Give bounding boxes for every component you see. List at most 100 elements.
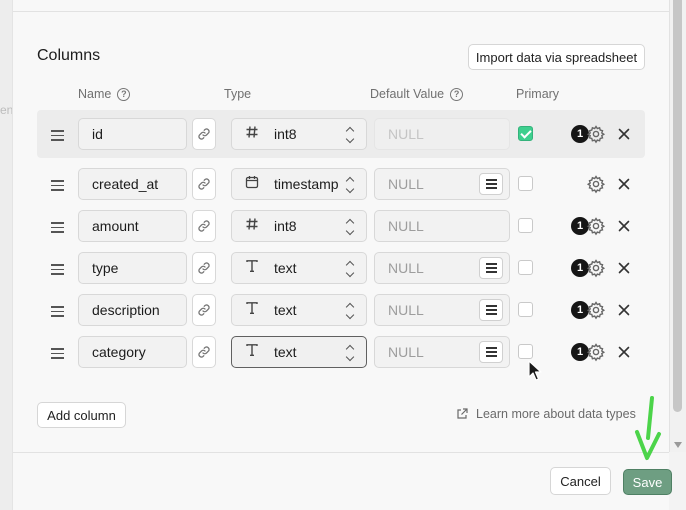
text-icon — [244, 259, 260, 277]
hash-icon — [244, 217, 260, 235]
drag-handle-icon[interactable] — [51, 180, 64, 194]
header-name-label: Name — [78, 87, 112, 101]
link-icon — [197, 345, 211, 359]
column-row-description: description text NULL 1 — [37, 294, 645, 326]
gear-icon[interactable] — [586, 342, 606, 362]
scroll-down-arrow[interactable] — [674, 442, 682, 448]
foreign-key-button[interactable] — [192, 118, 216, 150]
close-icon[interactable] — [617, 127, 631, 141]
link-icon — [197, 303, 211, 317]
chevron-up-down-icon — [343, 126, 357, 144]
header-name: Name ? — [78, 87, 131, 101]
scroll-thumb[interactable] — [673, 0, 682, 412]
gear-icon[interactable] — [586, 258, 606, 278]
column-row-amount: amount int8 NULL 1 — [37, 210, 645, 242]
foreign-key-button[interactable] — [192, 294, 216, 326]
chevron-up-down-icon — [343, 176, 357, 194]
chevron-up-down-icon — [343, 302, 357, 320]
foreign-key-button[interactable] — [192, 168, 216, 200]
learn-more-label: Learn more about data types — [476, 407, 636, 421]
gear-icon[interactable] — [586, 124, 606, 144]
primary-key-checkbox[interactable] — [518, 344, 533, 359]
close-icon[interactable] — [617, 219, 631, 233]
chevron-up-down-icon — [343, 344, 357, 362]
primary-key-checkbox[interactable] — [518, 126, 533, 141]
primary-key-checkbox[interactable] — [518, 176, 533, 191]
list-icon[interactable] — [479, 299, 503, 321]
cancel-button[interactable]: Cancel — [550, 467, 611, 495]
close-icon[interactable] — [617, 177, 631, 191]
text-icon — [244, 343, 260, 361]
column-type-select[interactable]: int8 — [231, 210, 367, 242]
column-name-input[interactable]: category — [78, 336, 187, 368]
default-value-text: NULL — [388, 126, 424, 142]
close-icon[interactable] — [617, 261, 631, 275]
chevron-up-down-icon — [343, 218, 357, 236]
column-name-input[interactable]: description — [78, 294, 187, 326]
close-icon[interactable] — [617, 303, 631, 317]
chevron-up-down-icon — [343, 260, 357, 278]
header-type-label: Type — [224, 87, 252, 101]
drag-handle-icon[interactable] — [51, 222, 64, 236]
default-value-input[interactable]: NULL — [374, 210, 510, 242]
default-value-input[interactable]: NULL — [374, 294, 510, 326]
calendar-icon — [244, 175, 260, 193]
default-value-input[interactable]: NULL — [374, 168, 510, 200]
default-value-input: NULL — [374, 118, 510, 150]
help-icon[interactable]: ? — [450, 87, 464, 101]
list-icon[interactable] — [479, 341, 503, 363]
learn-more-link[interactable]: Learn more about data types — [456, 407, 636, 421]
header-primary-label: Primary — [516, 87, 560, 101]
default-value-text: NULL — [388, 218, 424, 234]
gear-icon[interactable] — [586, 174, 606, 194]
foreign-key-button[interactable] — [192, 336, 216, 368]
drag-handle-icon[interactable] — [51, 264, 64, 278]
foreign-key-button[interactable] — [192, 210, 216, 242]
column-name-input[interactable]: amount — [78, 210, 187, 242]
column-type-select[interactable]: int8 — [231, 118, 367, 150]
default-value-input[interactable]: NULL — [374, 252, 510, 284]
column-type-select[interactable]: text — [231, 336, 367, 368]
column-row-type: type text NULL 1 — [37, 252, 645, 284]
drag-handle-icon[interactable] — [51, 306, 64, 320]
gear-icon[interactable] — [586, 216, 606, 236]
list-icon[interactable] — [479, 173, 503, 195]
default-value-text: NULL — [388, 260, 424, 276]
foreign-key-button[interactable] — [192, 252, 216, 284]
primary-key-checkbox[interactable] — [518, 302, 533, 317]
drag-handle-icon[interactable] — [51, 348, 64, 362]
column-type-select[interactable]: timestamp — [231, 168, 367, 200]
text-icon — [244, 301, 260, 319]
header-default-value: Default Value ? — [370, 87, 464, 101]
column-row-id: id int8 NULL 1 — [37, 110, 645, 158]
default-value-input[interactable]: NULL — [374, 336, 510, 368]
column-type-label: timestamp — [274, 176, 339, 192]
drag-handle-icon[interactable] — [51, 130, 64, 144]
list-icon[interactable] — [479, 257, 503, 279]
column-type-label: int8 — [274, 218, 297, 234]
default-value-text: NULL — [388, 344, 424, 360]
close-icon[interactable] — [617, 345, 631, 359]
column-type-select[interactable]: text — [231, 294, 367, 326]
column-type-label: int8 — [274, 126, 297, 142]
background-page — [0, 0, 12, 510]
import-spreadsheet-button[interactable]: Import data via spreadsheet — [468, 44, 645, 70]
column-type-label: text — [274, 260, 297, 276]
primary-key-checkbox[interactable] — [518, 260, 533, 275]
header-type: Type — [224, 87, 251, 101]
help-icon[interactable]: ? — [117, 87, 131, 101]
column-name-input[interactable]: created_at — [78, 168, 187, 200]
add-column-button[interactable]: Add column — [37, 402, 126, 428]
column-name-input[interactable]: id — [78, 118, 187, 150]
mouse-cursor-icon — [528, 360, 542, 381]
primary-key-checkbox[interactable] — [518, 218, 533, 233]
column-type-select[interactable]: text — [231, 252, 367, 284]
panel-scrollbar[interactable] — [669, 0, 686, 452]
header-default-label: Default Value — [370, 87, 445, 101]
gear-icon[interactable] — [586, 300, 606, 320]
column-row-category: category text NULL 1 — [37, 336, 645, 368]
save-button[interactable]: Save — [623, 469, 672, 495]
header-primary: Primary — [516, 87, 559, 101]
link-icon — [197, 219, 211, 233]
column-name-input[interactable]: type — [78, 252, 187, 284]
